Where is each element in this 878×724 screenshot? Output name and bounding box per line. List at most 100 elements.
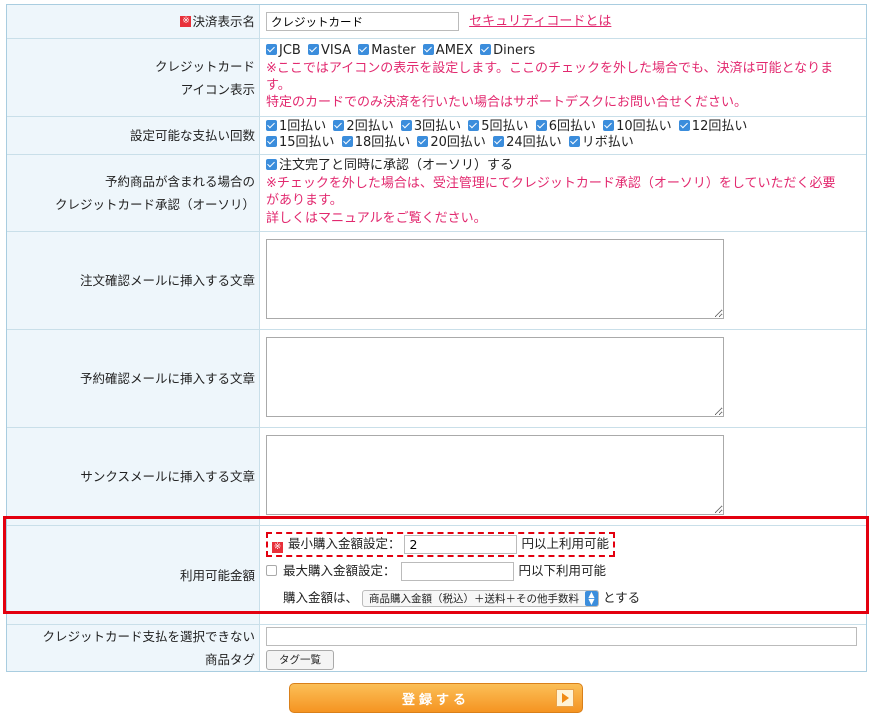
payment-name-label-text: 決済表示名	[192, 14, 255, 29]
reserve-mail-row: 予約確認メールに挿入する文章	[7, 330, 866, 428]
checkbox-checked-icon[interactable]	[307, 44, 319, 55]
installment-label: 3回払い	[413, 119, 462, 134]
reservation-row: 予約商品が含まれる場合の クレジットカード承認（オーソリ） 注文完了と同時に承認（…	[7, 155, 866, 232]
card-icons-note-line3: 特定のカードでのみ決済を行いたい場合はサポートデスクにお問い合せください。	[266, 95, 748, 110]
tags-label-line1: クレジットカード支払を選択できない	[42, 629, 255, 644]
card-master-option[interactable]: Master	[358, 43, 416, 58]
security-code-link[interactable]: セキュリティコードとは	[469, 14, 611, 29]
checkbox-checked-icon[interactable]	[493, 136, 505, 147]
card-option-label: Master	[371, 43, 416, 58]
installment-option[interactable]: 6回払い	[535, 119, 596, 134]
checkbox-checked-icon[interactable]	[266, 44, 277, 55]
thanks-mail-cell	[260, 428, 866, 525]
installment-option[interactable]: リボ払い	[568, 135, 634, 150]
installment-label: 2回払い	[346, 119, 394, 134]
payment-name-label: ※ 決済表示名	[7, 5, 260, 38]
installment-option[interactable]: 24回払い	[493, 135, 562, 150]
installments-cell: 1回払い 2回払い 3回払い 5回払い 6回払い 10回払い 12回払い 15回…	[260, 117, 866, 154]
card-icons-label-line2: アイコン表示	[180, 81, 255, 97]
payment-name-cell: セキュリティコードとは	[260, 5, 866, 38]
order-mail-row: 注文確認メールに挿入する文章	[7, 232, 866, 330]
amount-basis-selected: 商品購入金額（税込）＋送料＋その他手数料	[369, 592, 579, 605]
installment-option[interactable]: 12回払い	[678, 119, 747, 134]
installment-option[interactable]: 2回払い	[333, 119, 394, 134]
reservation-note: ※チェックを外した場合は、受注管理にてクレジットカード承認（オーソリ）をしていた…	[266, 175, 866, 228]
card-option-label: Diners	[493, 43, 536, 58]
checkbox-checked-icon[interactable]	[341, 136, 353, 147]
amount-label: 利用可能金額	[7, 526, 260, 624]
installment-label: 1回払い	[279, 119, 327, 134]
amount-basis-prefix: 購入金額は、	[283, 590, 359, 605]
card-option-label: VISA	[320, 43, 352, 58]
card-amex-option[interactable]: AMEX	[422, 43, 473, 58]
installment-option[interactable]: 5回払い	[468, 119, 529, 134]
card-diners-option[interactable]: Diners	[480, 43, 535, 58]
checkbox-checked-icon[interactable]	[535, 120, 547, 131]
installment-option[interactable]: 3回払い	[400, 119, 462, 134]
reservation-label: 予約商品が含まれる場合の クレジットカード承認（オーソリ）	[7, 155, 260, 231]
order-mail-textarea[interactable]	[266, 239, 724, 319]
payment-settings-form: ※決済表示名 セキュリティコードとは クレジットカードアイコン表示 JCB VI…	[6, 4, 867, 672]
card-icons-label: クレジットカード アイコン表示	[7, 39, 260, 116]
order-mail-label: 注文確認メールに挿入する文章	[7, 232, 260, 329]
installment-label: 20回払い	[430, 135, 486, 150]
card-icons-cell: JCB VISA Master AMEX Diners ※ここではアイコンの表示…	[260, 39, 866, 116]
checkbox-checked-icon[interactable]	[603, 120, 615, 131]
installment-option[interactable]: 18回払い	[341, 135, 410, 150]
tags-input[interactable]	[266, 627, 857, 646]
card-visa-option[interactable]: VISA	[307, 43, 352, 58]
reservation-note-line2: があります。	[266, 193, 343, 208]
reservation-note-line1: ※チェックを外した場合は、受注管理にてクレジットカード承認（オーソリ）をしていた…	[266, 175, 836, 191]
amount-basis-suffix: とする	[602, 590, 641, 605]
installments-row: 設定可能な支払い回数 1回払い 2回払い 3回払い 5回払い 6回払い 10回払…	[7, 117, 866, 155]
min-amount-input[interactable]	[404, 535, 518, 554]
installment-label: リボ払い	[581, 135, 634, 150]
installment-label: 5回払い	[481, 119, 529, 134]
card-option-label: JCB	[279, 43, 301, 58]
min-amount-highlight: ※ 最小購入金額設定： 円以上利用可能	[266, 532, 615, 557]
checkbox-checked-icon[interactable]	[568, 136, 580, 147]
auth-on-order-option[interactable]: 注文完了と同時に承認（オーソリ）する	[266, 158, 513, 173]
installment-option[interactable]: 1回払い	[266, 119, 326, 134]
checkbox-checked-icon[interactable]	[266, 136, 277, 147]
installment-option[interactable]: 20回払い	[417, 135, 486, 150]
checkbox-checked-icon[interactable]	[333, 120, 345, 131]
reservation-cell: 注文完了と同時に承認（オーソリ）する ※チェックを外した場合は、受注管理にてクレ…	[260, 155, 866, 231]
amount-basis-select[interactable]: 商品購入金額（税込）＋送料＋その他手数料 ▲ ▼	[362, 590, 599, 607]
auth-on-order-label: 注文完了と同時に承認（オーソリ）する	[279, 158, 514, 173]
tags-row: クレジットカード支払を選択できない商品タグ タグ一覧	[7, 625, 866, 671]
card-icons-note-line2: す。	[266, 78, 291, 93]
installment-option[interactable]: 15回払い	[266, 135, 335, 150]
installment-label: 10回払い	[616, 119, 672, 134]
submit-button[interactable]: 登録する	[289, 683, 583, 713]
checkbox-checked-icon[interactable]	[422, 44, 434, 55]
checkbox-checked-icon[interactable]	[358, 44, 370, 55]
tag-list-button[interactable]: タグ一覧	[266, 650, 334, 670]
reserve-mail-cell	[260, 330, 866, 427]
max-amount-label: 最大購入金額設定：	[282, 563, 396, 578]
payment-name-input[interactable]	[266, 12, 459, 31]
reservation-note-line3: 詳しくはマニュアルをご覧ください。	[266, 210, 487, 226]
min-amount-label: 最小購入金額設定：	[287, 536, 401, 551]
card-jcb-option[interactable]: JCB	[266, 43, 301, 58]
tags-label-line2: 商品タグ	[204, 652, 255, 667]
checkbox-checked-icon[interactable]	[266, 120, 277, 131]
checkbox-checked-icon[interactable]	[678, 120, 690, 131]
installment-option[interactable]: 10回払い	[603, 119, 672, 134]
min-amount-suffix: 円以上利用可能	[521, 536, 609, 551]
checkbox-unchecked-icon[interactable]	[266, 565, 277, 576]
max-amount-input[interactable]	[401, 562, 515, 581]
checkbox-checked-icon[interactable]	[400, 120, 412, 131]
checkbox-checked-icon[interactable]	[468, 120, 480, 131]
thanks-mail-row: サンクスメールに挿入する文章	[7, 428, 866, 526]
checkbox-checked-icon[interactable]	[417, 136, 429, 147]
reserve-mail-label: 予約確認メールに挿入する文章	[7, 330, 260, 427]
play-arrow-icon	[556, 689, 574, 707]
tags-cell: タグ一覧	[260, 625, 866, 671]
reserve-mail-textarea[interactable]	[266, 337, 724, 417]
thanks-mail-textarea[interactable]	[266, 435, 724, 515]
checkbox-checked-icon[interactable]	[480, 44, 492, 55]
checkbox-checked-icon[interactable]	[266, 159, 277, 170]
card-icons-row: クレジットカード アイコン表示 JCB VISA Master AMEX Dine…	[7, 39, 866, 117]
tags-label: クレジットカード支払を選択できない商品タグ	[7, 625, 260, 671]
